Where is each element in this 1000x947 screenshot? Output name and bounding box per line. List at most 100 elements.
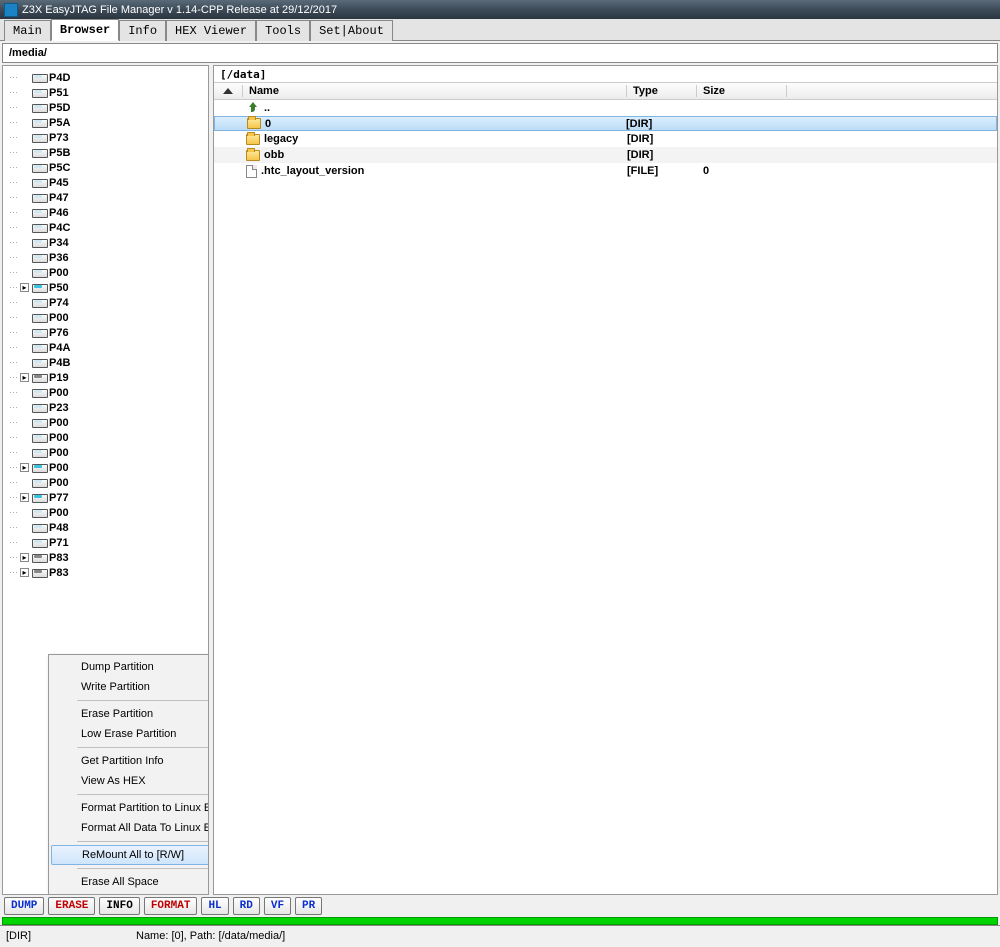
format-button[interactable]: FORMAT [144, 897, 198, 915]
tree-item[interactable]: ⋯P51 [3, 85, 208, 100]
menu-item[interactable]: Erase Partition [51, 704, 209, 724]
tab-tools[interactable]: Tools [256, 20, 310, 41]
window-title: Z3X EasyJTAG File Manager v 1.14-CPP Rel… [22, 4, 337, 16]
pr-button[interactable]: PR [295, 897, 322, 915]
tree-item[interactable]: ⋯▸P19 [3, 370, 208, 385]
hl-button[interactable]: HL [201, 897, 228, 915]
status-type: [DIR] [6, 930, 136, 942]
expand-icon[interactable]: ▸ [20, 553, 29, 562]
menu-item[interactable]: ReMount All to [R/W] [51, 845, 209, 865]
tree-label: P00 [49, 462, 69, 474]
list-row[interactable]: obb[DIR] [214, 147, 997, 163]
tab-strip: MainBrowserInfoHEX ViewerToolsSet|About [0, 19, 1000, 41]
tree-item[interactable]: ⋯P00 [3, 475, 208, 490]
tree-item[interactable]: ⋯P74 [3, 295, 208, 310]
tree-item[interactable]: ⋯P4B [3, 355, 208, 370]
tree-label: P48 [49, 522, 69, 534]
tree-item[interactable]: ⋯P5C [3, 160, 208, 175]
list-row[interactable]: .htc_layout_version[FILE]0 [214, 163, 997, 179]
col-name[interactable]: Name [242, 85, 627, 97]
sort-asc-icon[interactable] [223, 88, 233, 94]
file-list[interactable]: ..0[DIR]legacy[DIR]obb[DIR].htc_layout_v… [214, 100, 997, 179]
expand-icon[interactable]: ▸ [20, 493, 29, 502]
tree-item[interactable]: ⋯P46 [3, 205, 208, 220]
menu-item[interactable]: View As HEX [51, 771, 209, 791]
drive-icon [32, 282, 46, 293]
tree-item[interactable]: ⋯P48 [3, 520, 208, 535]
erase-button[interactable]: ERASE [48, 897, 95, 915]
partition-tree[interactable]: ⋯P4D⋯P51⋯P5D⋯P5A⋯P73⋯P5B⋯P5C⋯P45⋯P47⋯P46… [2, 65, 209, 895]
drive-icon [32, 237, 46, 248]
tab-main[interactable]: Main [4, 20, 51, 41]
menu-item[interactable]: Write Partition [51, 677, 209, 697]
tree-item[interactable]: ⋯P47 [3, 190, 208, 205]
context-menu[interactable]: Dump PartitionWrite Partition Erase Parti… [48, 654, 209, 895]
tree-label: P73 [49, 132, 69, 144]
tree-item[interactable]: ⋯▸P83 [3, 550, 208, 565]
tree-item[interactable]: ⋯P71 [3, 535, 208, 550]
tree-item[interactable]: ⋯P73 [3, 130, 208, 145]
tree-item[interactable]: ⋯P5A [3, 115, 208, 130]
drive-icon [32, 252, 46, 263]
tree-item[interactable]: ⋯P4D [3, 70, 208, 85]
col-size[interactable]: Size [697, 85, 787, 97]
drive-icon [32, 132, 46, 143]
tab-browser[interactable]: Browser [51, 19, 119, 41]
list-row[interactable]: 0[DIR] [214, 116, 997, 131]
tree-label: P51 [49, 87, 69, 99]
tree-item[interactable]: ⋯P76 [3, 325, 208, 340]
tree-label: P5A [49, 117, 70, 129]
expand-icon[interactable]: ▸ [20, 568, 29, 577]
column-headers[interactable]: Name Type Size [214, 82, 997, 100]
path-bar[interactable]: /media/ [2, 43, 998, 63]
tree-item[interactable]: ⋯P00 [3, 265, 208, 280]
expand-icon[interactable]: ▸ [20, 463, 29, 472]
tree-item[interactable]: ⋯▸P83 [3, 565, 208, 580]
file-type: [FILE] [627, 165, 697, 177]
tree-item[interactable]: ⋯▸P77 [3, 490, 208, 505]
menu-item[interactable]: Dump Partition [51, 657, 209, 677]
file-list-panel: [/data] Name Type Size ..0[DIR]legacy[DI… [213, 65, 998, 895]
tree-item[interactable]: ⋯P5B [3, 145, 208, 160]
drive-icon [32, 297, 46, 308]
tree-item[interactable]: ⋯P00 [3, 385, 208, 400]
menu-item[interactable]: Format All Data To Linux EXT [51, 818, 209, 838]
tree-item[interactable]: ⋯P36 [3, 250, 208, 265]
vf-button[interactable]: VF [264, 897, 291, 915]
tree-item[interactable]: ⋯P00 [3, 430, 208, 445]
tree-item[interactable]: ⋯P00 [3, 310, 208, 325]
tree-item[interactable]: ⋯▸P00 [3, 460, 208, 475]
tab-hex-viewer[interactable]: HEX Viewer [166, 20, 256, 41]
drive-icon [32, 402, 46, 413]
tree-item[interactable]: ⋯P00 [3, 505, 208, 520]
menu-item[interactable]: Low Level Erase All Space [51, 892, 209, 895]
tree-item[interactable]: ⋯P00 [3, 445, 208, 460]
menu-item[interactable]: Low Erase Partition [51, 724, 209, 744]
tab-info[interactable]: Info [119, 20, 166, 41]
list-row[interactable]: legacy[DIR] [214, 131, 997, 147]
tree-item[interactable]: ⋯P5D [3, 100, 208, 115]
list-row[interactable]: .. [214, 100, 997, 116]
col-type[interactable]: Type [627, 85, 697, 97]
tree-item[interactable]: ⋯P4A [3, 340, 208, 355]
rd-button[interactable]: RD [233, 897, 260, 915]
tree-item[interactable]: ⋯P34 [3, 235, 208, 250]
tree-item[interactable]: ⋯P4C [3, 220, 208, 235]
drive-icon [32, 267, 46, 278]
tree-item[interactable]: ⋯▸P50 [3, 280, 208, 295]
folder-icon [246, 150, 260, 161]
drive-icon [32, 357, 46, 368]
title-bar: Z3X EasyJTAG File Manager v 1.14-CPP Rel… [0, 0, 1000, 19]
expand-icon[interactable]: ▸ [20, 373, 29, 382]
info-button[interactable]: INFO [99, 897, 139, 915]
tree-item[interactable]: ⋯P00 [3, 415, 208, 430]
tree-label: P00 [49, 312, 69, 324]
dump-button[interactable]: DUMP [4, 897, 44, 915]
tree-item[interactable]: ⋯P45 [3, 175, 208, 190]
tree-item[interactable]: ⋯P23 [3, 400, 208, 415]
menu-item[interactable]: Erase All Space [51, 872, 209, 892]
menu-item[interactable]: Get Partition Info [51, 751, 209, 771]
tab-set-about[interactable]: Set|About [310, 20, 393, 41]
menu-item[interactable]: Format Partition to Linux EXT [51, 798, 209, 818]
expand-icon[interactable]: ▸ [20, 283, 29, 292]
